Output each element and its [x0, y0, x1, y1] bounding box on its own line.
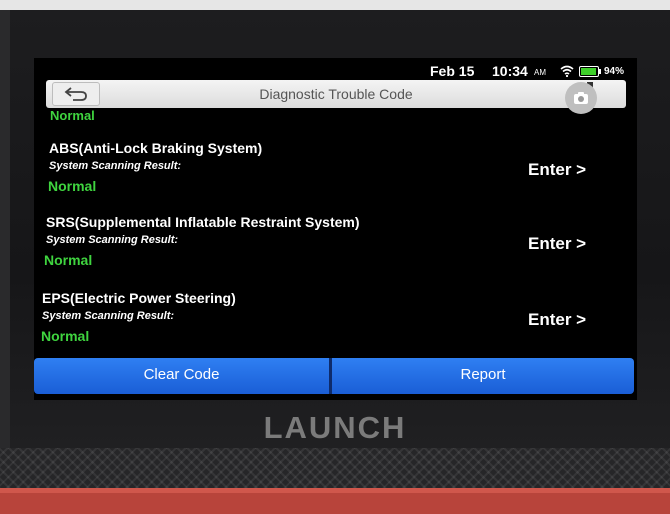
- device-left-edge: [0, 10, 10, 450]
- wifi-icon: [560, 64, 574, 80]
- system-row-eps[interactable]: EPS(Electric Power Steering) System Scan…: [34, 290, 637, 360]
- system-name: EPS(Electric Power Steering): [42, 290, 236, 306]
- rubber-bumper: [0, 448, 670, 490]
- system-status: Normal: [41, 328, 90, 344]
- system-name: ABS(Anti-Lock Braking System): [49, 140, 263, 156]
- page-title: Diagnostic Trouble Code: [259, 86, 413, 102]
- enter-button[interactable]: Enter >: [528, 160, 586, 180]
- system-name: SRS(Supplemental Inflatable Restraint Sy…: [46, 214, 360, 230]
- status-time: 10:34: [492, 63, 528, 79]
- clear-code-button[interactable]: Clear Code: [34, 358, 329, 394]
- system-row-abs[interactable]: ABS(Anti-Lock Braking System) System Sca…: [34, 140, 637, 210]
- battery-icon: [579, 66, 601, 77]
- system-status: Normal: [44, 252, 93, 268]
- tablet-screen: Feb 15 10:34 AM 94% Diagnostic Trouble C…: [34, 58, 637, 400]
- title-bar: Diagnostic Trouble Code: [46, 80, 626, 108]
- report-button[interactable]: Report: [332, 358, 634, 394]
- battery-percent: 94%: [604, 66, 625, 77]
- device-top-edge: [0, 0, 670, 10]
- system-scan-label: System Scanning Result:: [42, 310, 175, 322]
- status-ampm: AM: [534, 68, 546, 77]
- enter-button[interactable]: Enter >: [528, 234, 586, 254]
- system-scan-label: System Scanning Result:: [49, 160, 182, 172]
- action-bar: Clear Code Report: [34, 358, 637, 394]
- device-brand-logo: LAUNCH: [263, 410, 407, 445]
- camera-icon: [574, 92, 588, 104]
- enter-button[interactable]: Enter >: [528, 310, 586, 330]
- red-case-edge: [0, 488, 670, 514]
- battery-fill: [581, 68, 597, 75]
- system-scan-label: System Scanning Result:: [46, 234, 179, 246]
- screenshot-button[interactable]: [565, 82, 597, 114]
- previous-system-status: Normal: [50, 108, 95, 123]
- system-status: Normal: [48, 178, 97, 194]
- status-date: Feb 15: [430, 63, 475, 79]
- system-row-srs[interactable]: SRS(Supplemental Inflatable Restraint Sy…: [34, 214, 637, 284]
